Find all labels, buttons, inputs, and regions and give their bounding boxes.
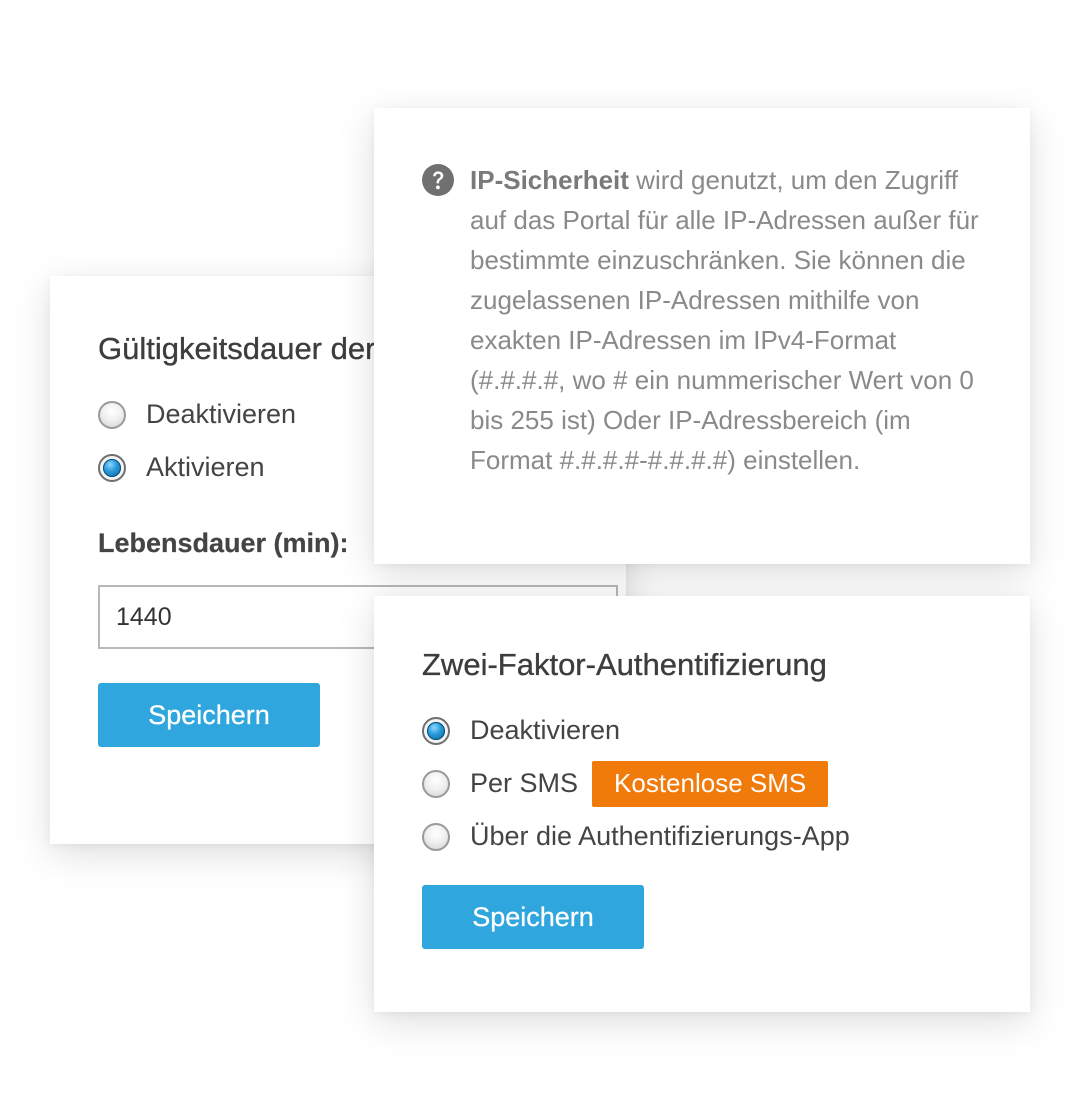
two-factor-auth-card: Zwei-Faktor-Authentifizierung Deaktivier… [374, 596, 1030, 1012]
ip-security-info-card: IP-Sicherheit wird genutzt, um den Zugri… [374, 108, 1030, 564]
radio-button-checked[interactable] [422, 716, 450, 745]
radio-button[interactable] [422, 769, 450, 798]
twofa-save-button[interactable]: Speichern [422, 885, 644, 949]
radio-button[interactable] [98, 400, 126, 429]
session-save-button[interactable]: Speichern [98, 683, 320, 747]
radio-label: Per SMS [470, 768, 579, 798]
radio-label: Deaktivieren [470, 715, 621, 745]
twofa-option-sms[interactable]: Per SMS Kostenlose SMS [422, 757, 982, 810]
ip-security-term: IP-Sicherheit [470, 165, 629, 195]
radio-label: Über die Authentifizierungs-App [470, 821, 850, 851]
twofa-option-app[interactable]: Über die Authentifizierungs-App [422, 810, 982, 863]
twofa-option-deactivate[interactable]: Deaktivieren [422, 704, 982, 757]
question-circle-icon [422, 164, 454, 196]
ip-security-info: IP-Sicherheit wird genutzt, um den Zugri… [422, 160, 982, 480]
radio-button[interactable] [422, 822, 450, 851]
two-factor-radio-group: Deaktivieren Per SMS Kostenlose SMS Über… [422, 704, 982, 863]
two-factor-auth-title: Zwei-Faktor-Authentifizierung [422, 647, 827, 682]
ip-security-description: IP-Sicherheit wird genutzt, um den Zugri… [470, 160, 980, 480]
radio-label: Aktivieren [146, 452, 265, 482]
ip-security-text: wird genutzt, um den Zugriff auf das Por… [470, 165, 979, 475]
free-sms-badge: Kostenlose SMS [592, 760, 829, 807]
radio-button-checked[interactable] [98, 453, 126, 482]
radio-label: Deaktivieren [146, 399, 297, 429]
